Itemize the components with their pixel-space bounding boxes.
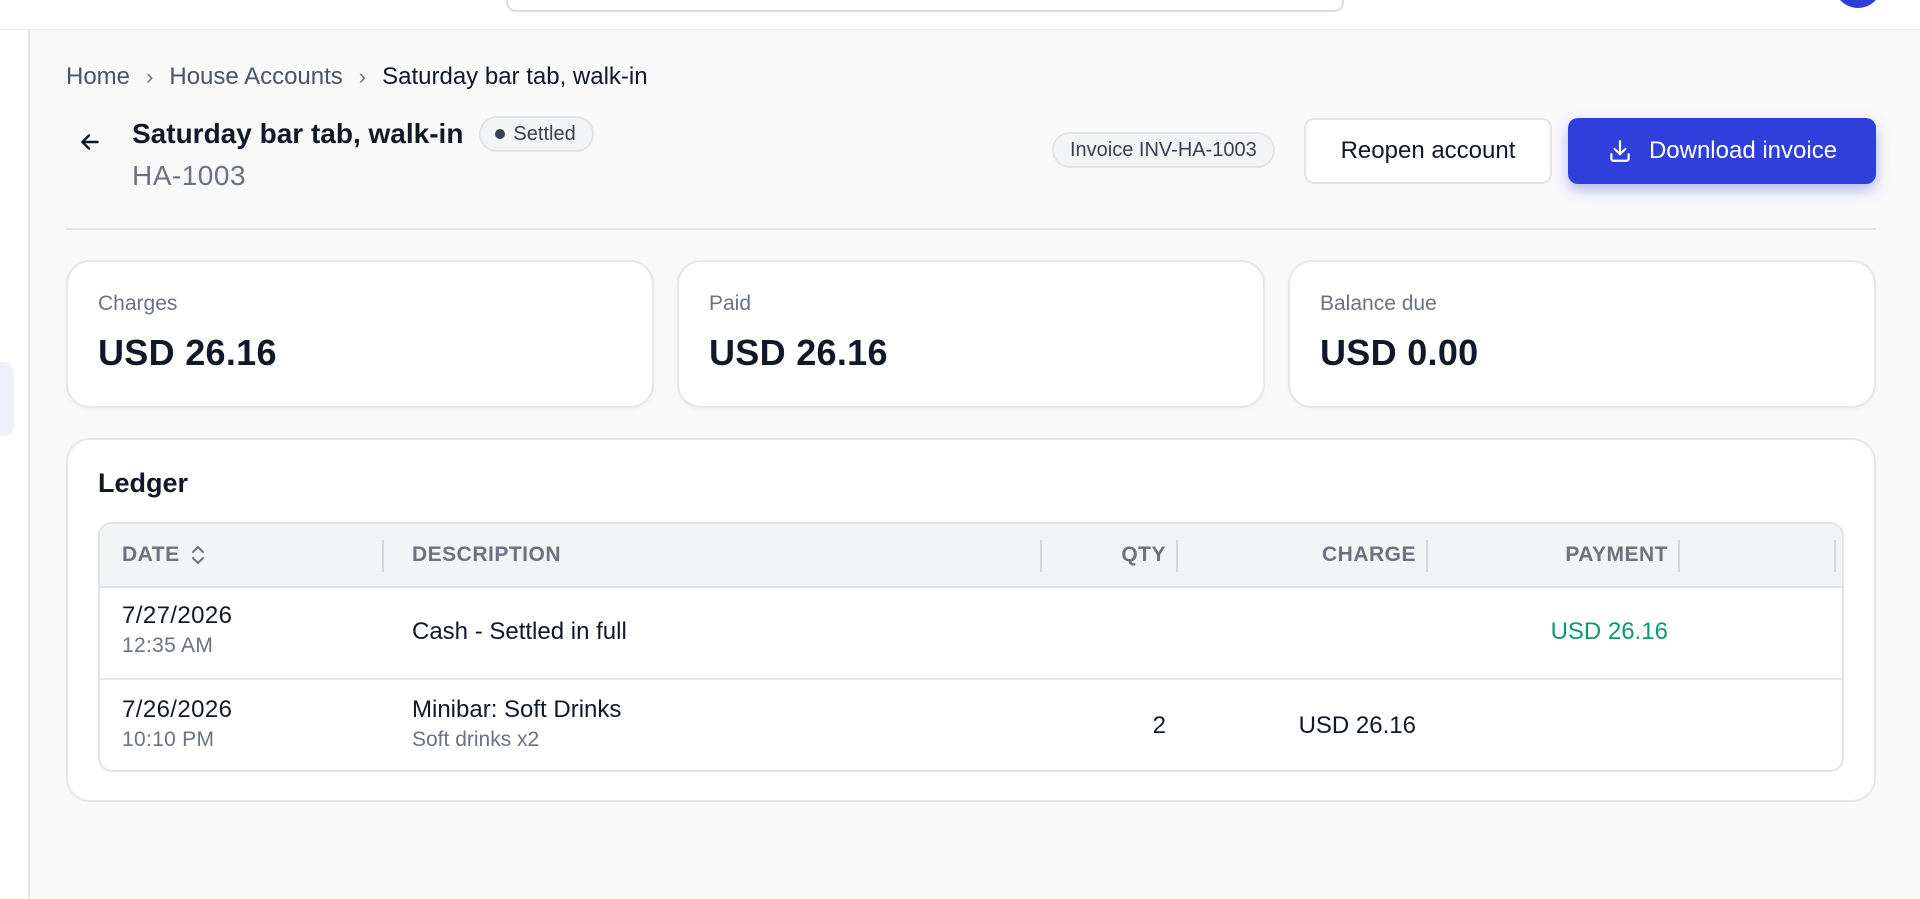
download-icon <box>1607 138 1633 164</box>
row-date: 7/27/2026 <box>122 602 233 629</box>
row-time: 12:35 AM <box>122 634 214 657</box>
chevron-right-icon: › <box>146 64 154 89</box>
date-cell: 7/26/2026 10:10 PM <box>122 696 232 752</box>
row-description: Cash - Settled in full <box>412 618 627 645</box>
breadcrumb-current: Saturday bar tab, walk-in <box>382 63 648 90</box>
date-cell: 7/27/2026 12:35 AM <box>122 602 232 658</box>
reopen-account-button[interactable]: Reopen account <box>1304 118 1552 184</box>
charges-card: Charges USD 26.16 <box>66 260 654 408</box>
row-payment: USD 26.16 <box>1550 618 1668 645</box>
row-qty: 2 <box>1152 712 1166 739</box>
column-resize-handle[interactable] <box>382 540 384 572</box>
column-resize-handle[interactable] <box>1176 540 1178 572</box>
column-header-payment[interactable]: PAYMENT <box>1440 524 1668 586</box>
paid-label: Paid <box>709 292 752 315</box>
column-resize-handle[interactable] <box>1040 540 1042 572</box>
ledger-table: DATE DESCRIPTION QTY CHARGE PAYMENT 7/27… <box>98 522 1844 772</box>
row-detail: Soft drinks x2 <box>412 728 540 751</box>
page-title: Saturday bar tab, walk-in <box>132 118 464 149</box>
column-header-charge[interactable]: CHARGE <box>1190 524 1416 586</box>
sidebar <box>0 30 30 899</box>
status-badge: Settled <box>479 116 594 152</box>
charges-value: USD 26.16 <box>98 332 277 373</box>
row-charge: USD 26.16 <box>1298 712 1416 739</box>
description-cell: Cash - Settled in full <box>412 618 627 646</box>
table-header: DATE DESCRIPTION QTY CHARGE PAYMENT <box>100 524 1842 588</box>
chevron-right-icon: › <box>358 64 367 89</box>
column-resize-handle[interactable] <box>1834 540 1836 572</box>
breadcrumb: Home › House Accounts › Saturday bar tab… <box>66 60 648 94</box>
avatar[interactable] <box>1834 0 1882 8</box>
column-header-qty[interactable]: QTY <box>1060 524 1166 586</box>
column-date-label: DATE <box>122 543 180 566</box>
balance-value: USD 0.00 <box>1320 332 1479 373</box>
charges-label: Charges <box>98 292 178 315</box>
balance-label: Balance due <box>1320 292 1437 315</box>
back-button[interactable] <box>70 122 110 162</box>
sidebar-active-item[interactable] <box>0 362 14 436</box>
column-header-date[interactable]: DATE <box>122 524 206 586</box>
table-row[interactable]: 7/26/2026 10:10 PM Minibar: Soft Drinks … <box>100 682 1842 770</box>
invoice-chip: Invoice INV-HA-1003 <box>1052 132 1275 168</box>
row-description: Minibar: Soft Drinks <box>412 696 622 723</box>
ledger-title: Ledger <box>98 468 189 498</box>
row-time: 10:10 PM <box>122 728 215 751</box>
balance-card: Balance due USD 0.00 <box>1288 260 1876 408</box>
download-invoice-button[interactable]: Download invoice <box>1568 118 1876 184</box>
column-resize-handle[interactable] <box>1678 540 1680 572</box>
breadcrumb-house-accounts[interactable]: House Accounts <box>169 63 342 91</box>
column-resize-handle[interactable] <box>1426 540 1428 572</box>
breadcrumb-home[interactable]: Home <box>66 63 130 91</box>
row-date: 7/26/2026 <box>122 696 233 723</box>
paid-card: Paid USD 26.16 <box>677 260 1265 408</box>
search-input[interactable] <box>506 0 1344 12</box>
ledger-panel: Ledger DATE DESCRIPTION QTY CHARGE PAYME… <box>66 438 1876 802</box>
header-divider <box>66 228 1876 230</box>
description-cell: Minibar: Soft Drinks Soft drinks x2 <box>412 696 621 752</box>
arrow-left-icon <box>81 134 99 150</box>
column-header-description[interactable]: DESCRIPTION <box>412 524 561 586</box>
download-invoice-label: Download invoice <box>1648 137 1838 164</box>
title-row: Saturday bar tab, walk-in Settled <box>132 116 594 152</box>
paid-value: USD 26.16 <box>709 332 888 373</box>
status-label: Settled <box>513 122 576 145</box>
status-dot-icon <box>495 129 506 139</box>
sort-icon[interactable] <box>190 544 206 566</box>
top-bar <box>0 0 1920 30</box>
table-row[interactable]: 7/27/2026 12:35 AM Cash - Settled in ful… <box>100 588 1842 680</box>
account-code: HA-1003 <box>132 160 247 191</box>
